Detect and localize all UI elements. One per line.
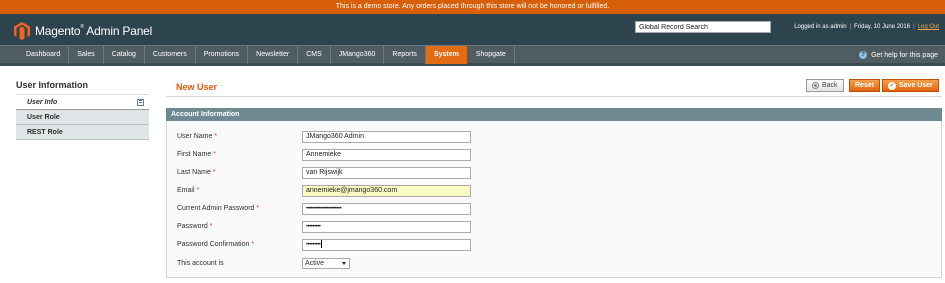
nav-cms[interactable]: CMS <box>298 46 331 64</box>
nav-newsletter[interactable]: Newsletter <box>248 46 299 64</box>
email-field[interactable]: annemieke@jmango360.com <box>302 185 471 197</box>
nav-sales[interactable]: Sales <box>69 46 104 64</box>
main-navigation: Dashboard Sales Catalog Customers Promot… <box>0 45 945 66</box>
help-icon: ? <box>859 51 868 59</box>
firstname-label: First Name * <box>177 151 216 158</box>
password-field[interactable]: ••••••••• <box>302 221 471 233</box>
chevron-down-icon <box>342 262 346 265</box>
back-icon <box>812 82 819 89</box>
global-search-input[interactable] <box>635 21 771 33</box>
username-field[interactable]: JMango360 Admin <box>302 131 471 143</box>
password-confirm-field[interactable]: ••••••••• <box>302 239 471 251</box>
logout-link[interactable]: Log Out <box>918 24 939 30</box>
magento-logo-icon <box>14 22 30 40</box>
lastname-field[interactable]: van Rijswijk <box>302 167 471 179</box>
nav-jmango360[interactable]: JMango360 <box>331 46 385 64</box>
status-value: Active <box>305 260 325 267</box>
tab-user-info[interactable]: User Info <box>16 95 149 110</box>
sidebar: User Information User Info User Role RES… <box>16 79 149 140</box>
section-header: Account Information <box>166 108 942 121</box>
nav-dashboard[interactable]: Dashboard <box>17 46 70 64</box>
help-link[interactable]: ? Get help for this page <box>859 46 938 64</box>
page-title: New User <box>176 82 218 92</box>
logged-in-text: Logged in as admin <box>794 24 847 30</box>
password-label: Password * <box>177 223 213 230</box>
demo-store-notice: This is a demo store. Any orders placed … <box>0 0 945 14</box>
save-icon: ✓ <box>888 81 896 90</box>
email-label: Email * <box>177 187 200 194</box>
nav-catalog[interactable]: Catalog <box>104 46 145 64</box>
nav-customers[interactable]: Customers <box>145 46 196 64</box>
back-label: Back <box>822 82 838 89</box>
nav-system[interactable]: System <box>425 46 468 64</box>
nav-promotions[interactable]: Promotions <box>196 46 249 64</box>
tab-user-role[interactable]: User Role <box>16 110 149 125</box>
status-label: This account is <box>177 260 224 267</box>
logo-wordmark: Magento® Admin Panel <box>35 24 153 38</box>
tab-user-info-label: User Info <box>27 99 58 106</box>
admin-header: Magento® Admin Panel Logged in as admin|… <box>0 14 945 45</box>
lastname-label: Last Name * <box>177 169 216 176</box>
tab-rest-role[interactable]: REST Role <box>16 125 149 140</box>
reset-button[interactable]: Reset <box>849 79 881 92</box>
magento-logo[interactable]: Magento® Admin Panel <box>14 22 152 40</box>
sidebar-title: User Information <box>16 79 149 95</box>
title-divider <box>166 96 942 97</box>
help-label: Get help for this page <box>871 51 938 59</box>
account-information-fieldset: User Name * JMango360 Admin First Name * A… <box>166 121 942 278</box>
nav-reports[interactable]: Reports <box>384 46 426 64</box>
password-confirm-label: Password Confirmation * <box>177 241 255 248</box>
header-user-info: Logged in as admin | Friday, 10 June 2016 |… <box>794 24 939 30</box>
save-label: Save User <box>899 82 933 89</box>
firstname-field[interactable]: Annemieke <box>302 149 471 161</box>
current-password-label: Current Admin Password * <box>177 205 260 212</box>
status-select[interactable]: Active <box>302 258 350 269</box>
save-user-button[interactable]: ✓ Save User <box>882 79 939 92</box>
collapse-icon <box>137 99 144 106</box>
text-cursor <box>321 240 323 249</box>
current-password-field[interactable]: •••••••••••••••••••••• <box>302 203 471 215</box>
current-date: Friday, 10 June 2016 <box>854 24 911 30</box>
username-label: User Name * <box>177 133 218 140</box>
nav-shopgate[interactable]: Shopgate <box>468 46 515 64</box>
back-button[interactable]: Back <box>806 79 844 92</box>
